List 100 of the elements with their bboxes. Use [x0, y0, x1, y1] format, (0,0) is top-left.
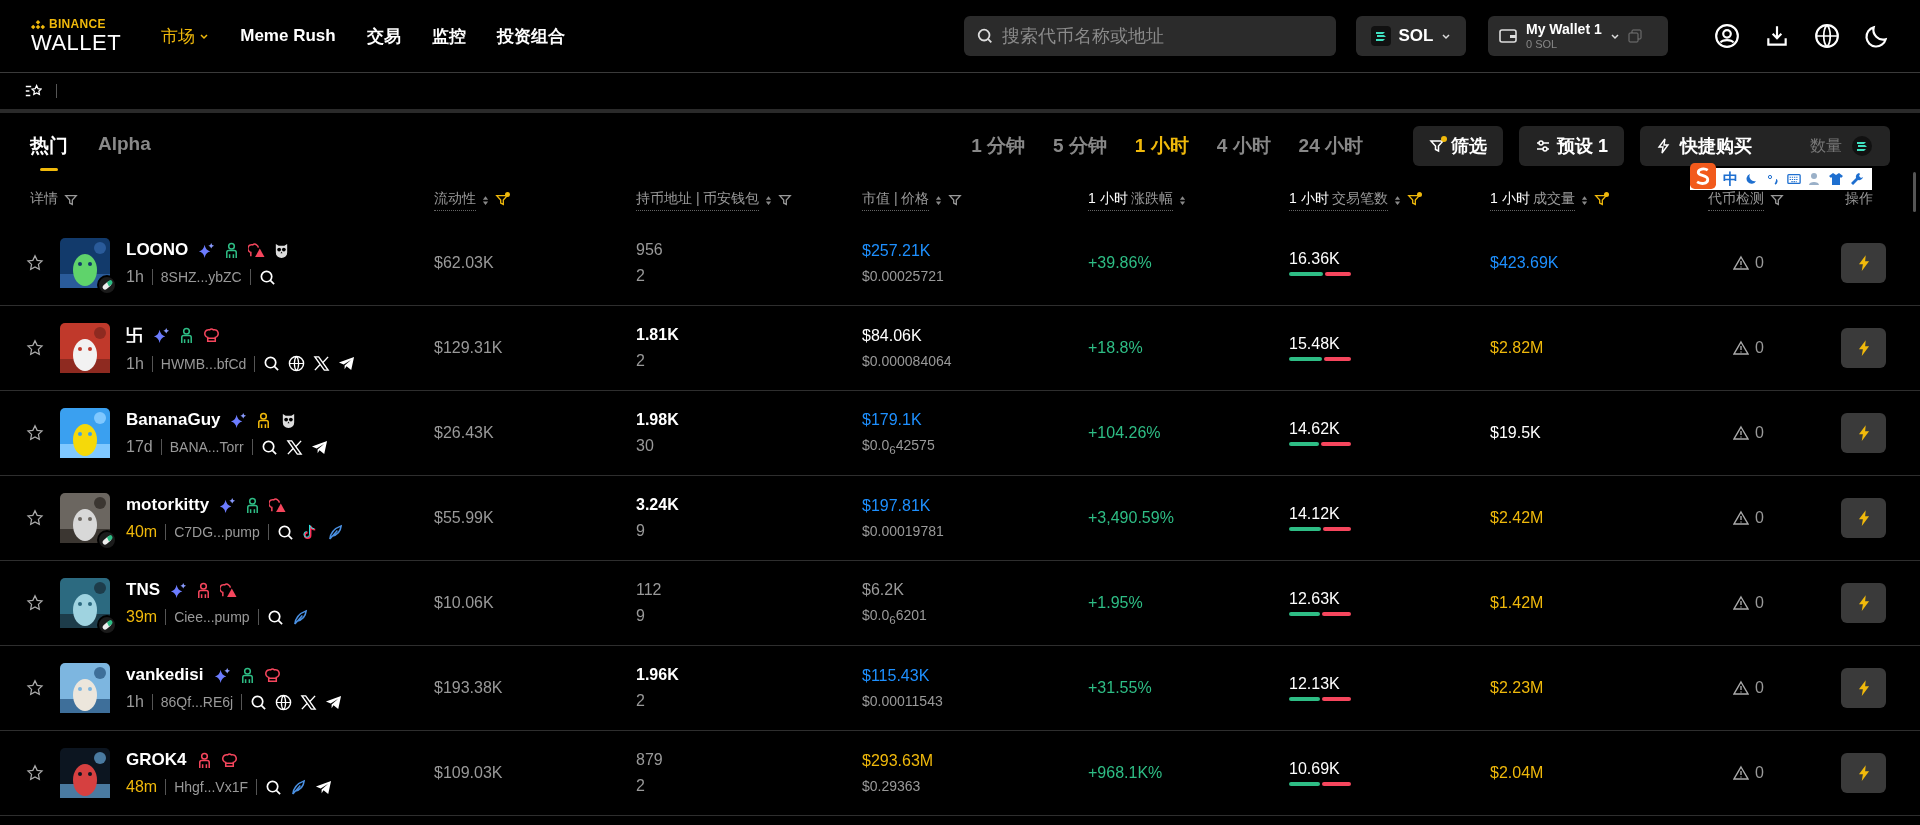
download-icon[interactable] [1764, 23, 1790, 49]
token-address[interactable]: C7DG...pump [174, 524, 260, 540]
token-name[interactable]: vankedisi [126, 665, 204, 685]
favorite-star-icon[interactable] [26, 764, 44, 782]
account-icon[interactable] [1714, 23, 1740, 49]
favorite-star-icon[interactable] [26, 424, 44, 442]
chain-selector[interactable]: SOL [1356, 16, 1466, 56]
token-name[interactable]: motorkitty [126, 495, 210, 515]
sort-icon[interactable] [1178, 194, 1186, 206]
wallet-selector[interactable]: My Wallet 1 0 SOL [1488, 16, 1668, 56]
nav-link[interactable]: 监控 [431, 24, 466, 48]
moon-icon[interactable] [1864, 23, 1890, 49]
sort-icon[interactable] [935, 194, 943, 206]
wrench-icon[interactable] [1850, 172, 1864, 186]
column-header[interactable]: 代币检测 [1708, 189, 1764, 211]
ime-logo-icon[interactable] [1690, 163, 1716, 189]
nav-link[interactable]: 交易 [366, 24, 401, 48]
sort-icon[interactable] [1580, 194, 1588, 206]
filter-icon[interactable] [495, 193, 509, 207]
quick-buy-button[interactable] [1841, 243, 1886, 283]
search-icon[interactable] [265, 778, 283, 796]
favorite-star-icon[interactable] [26, 339, 44, 357]
favorite-star-icon[interactable] [26, 594, 44, 612]
search-icon[interactable] [266, 608, 284, 626]
search-icon[interactable] [250, 693, 268, 711]
sort-icon[interactable] [765, 194, 773, 206]
amount-field[interactable]: 数量 [1760, 136, 1844, 156]
punctuation-icon[interactable] [1766, 172, 1780, 186]
column-header[interactable]: 1 小时 涨跌幅 [1088, 189, 1173, 211]
token-address[interactable]: HWMB...bfCd [160, 355, 247, 372]
sort-icon[interactable] [482, 194, 489, 206]
timeframe-tab[interactable]: 1 分钟 [971, 133, 1025, 159]
sort-icon[interactable] [1393, 194, 1401, 206]
globe-icon[interactable] [288, 355, 306, 372]
paper-plane-icon[interactable] [310, 438, 328, 456]
favorite-star-icon[interactable] [26, 679, 44, 697]
quick-buy-button[interactable] [1841, 413, 1886, 453]
token-address[interactable]: BANA...Torr [169, 439, 244, 455]
nav-link[interactable]: Meme Rush [240, 26, 336, 46]
column-header[interactable]: 详情 [30, 190, 58, 210]
token-address[interactable]: 86Qf...RE6j [160, 694, 234, 710]
quick-buy-button[interactable] [1841, 668, 1886, 708]
paper-plane-icon[interactable] [315, 778, 333, 796]
filter-icon[interactable] [1770, 193, 1784, 207]
column-header[interactable]: 流动性 [434, 189, 476, 211]
column-header[interactable]: 操作 [1845, 190, 1873, 210]
nav-link[interactable]: 市场 [161, 24, 196, 48]
shirt-icon[interactable] [1829, 172, 1843, 186]
preset-button[interactable]: 预设 1 [1519, 126, 1624, 166]
token-name[interactable]: LOONO [126, 240, 189, 260]
search-icon[interactable] [260, 438, 278, 456]
token-address[interactable]: Ciee...pump [174, 609, 250, 625]
globe-icon[interactable] [1814, 23, 1840, 49]
quick-buy-button[interactable] [1841, 328, 1886, 368]
market-cap: $197.81K [862, 497, 931, 515]
tab[interactable]: 热门 [30, 127, 68, 171]
keyboard-icon[interactable] [1787, 172, 1801, 186]
quick-buy-button[interactable] [1841, 753, 1886, 793]
favorite-star-icon[interactable] [26, 254, 44, 272]
column-header[interactable]: 1 小时 成交量 [1490, 189, 1575, 211]
column-header[interactable]: 持币地址 | 币安钱包 [636, 189, 760, 211]
timeframe-tab[interactable]: 1 小时 [1134, 133, 1189, 159]
tab[interactable]: Alpha [98, 127, 151, 171]
feather-icon[interactable] [326, 523, 344, 541]
feather-icon[interactable] [291, 608, 309, 626]
token-address[interactable]: 8SHZ...ybZC [160, 269, 242, 285]
timeframe-tab[interactable]: 4 小时 [1216, 133, 1271, 159]
filter-button[interactable]: 筛选 [1413, 126, 1503, 166]
search-field[interactable]: 搜索代币名称或地址 [964, 16, 1336, 56]
token-name[interactable]: TNS [126, 580, 160, 600]
paper-plane-icon[interactable] [325, 693, 343, 711]
search-icon[interactable] [263, 355, 281, 372]
x-icon[interactable] [313, 355, 331, 372]
filter-icon[interactable] [1593, 193, 1608, 207]
timeframe-tab[interactable]: 5 分钟 [1053, 133, 1107, 159]
filter-icon[interactable] [64, 193, 78, 207]
filter-icon[interactable] [948, 193, 963, 207]
column-header[interactable]: 市值 | 价格 [862, 189, 930, 211]
search-icon[interactable] [276, 523, 294, 541]
x-icon[interactable] [300, 693, 318, 711]
nav-link[interactable]: 投资组合 [496, 24, 565, 48]
ime-mode[interactable]: 中 [1723, 169, 1738, 189]
globe-icon[interactable] [275, 693, 293, 711]
caret-icon[interactable] [199, 31, 210, 41]
feather-icon[interactable] [290, 778, 308, 796]
token-name[interactable]: BananaGuy [126, 410, 221, 430]
token-name[interactable]: GROK4 [126, 750, 187, 770]
search-icon[interactable] [258, 268, 276, 286]
column-header[interactable]: 1 小时 交易笔数 [1289, 189, 1388, 211]
timeframe-tab[interactable]: 24 小时 [1298, 133, 1363, 159]
token-address[interactable]: Hhgf...Vx1F [174, 779, 249, 795]
favorite-star-icon[interactable] [26, 509, 44, 527]
filter-icon[interactable] [1406, 193, 1421, 207]
x-icon[interactable] [285, 438, 303, 456]
filter-icon[interactable] [778, 193, 793, 207]
token-name[interactable]: 卐 [126, 323, 143, 347]
quick-buy-control[interactable]: 快捷购买 数量 [1640, 126, 1890, 166]
paper-plane-icon[interactable] [338, 355, 356, 372]
quick-buy-button[interactable] [1841, 498, 1886, 538]
quick-buy-button[interactable] [1841, 583, 1886, 623]
